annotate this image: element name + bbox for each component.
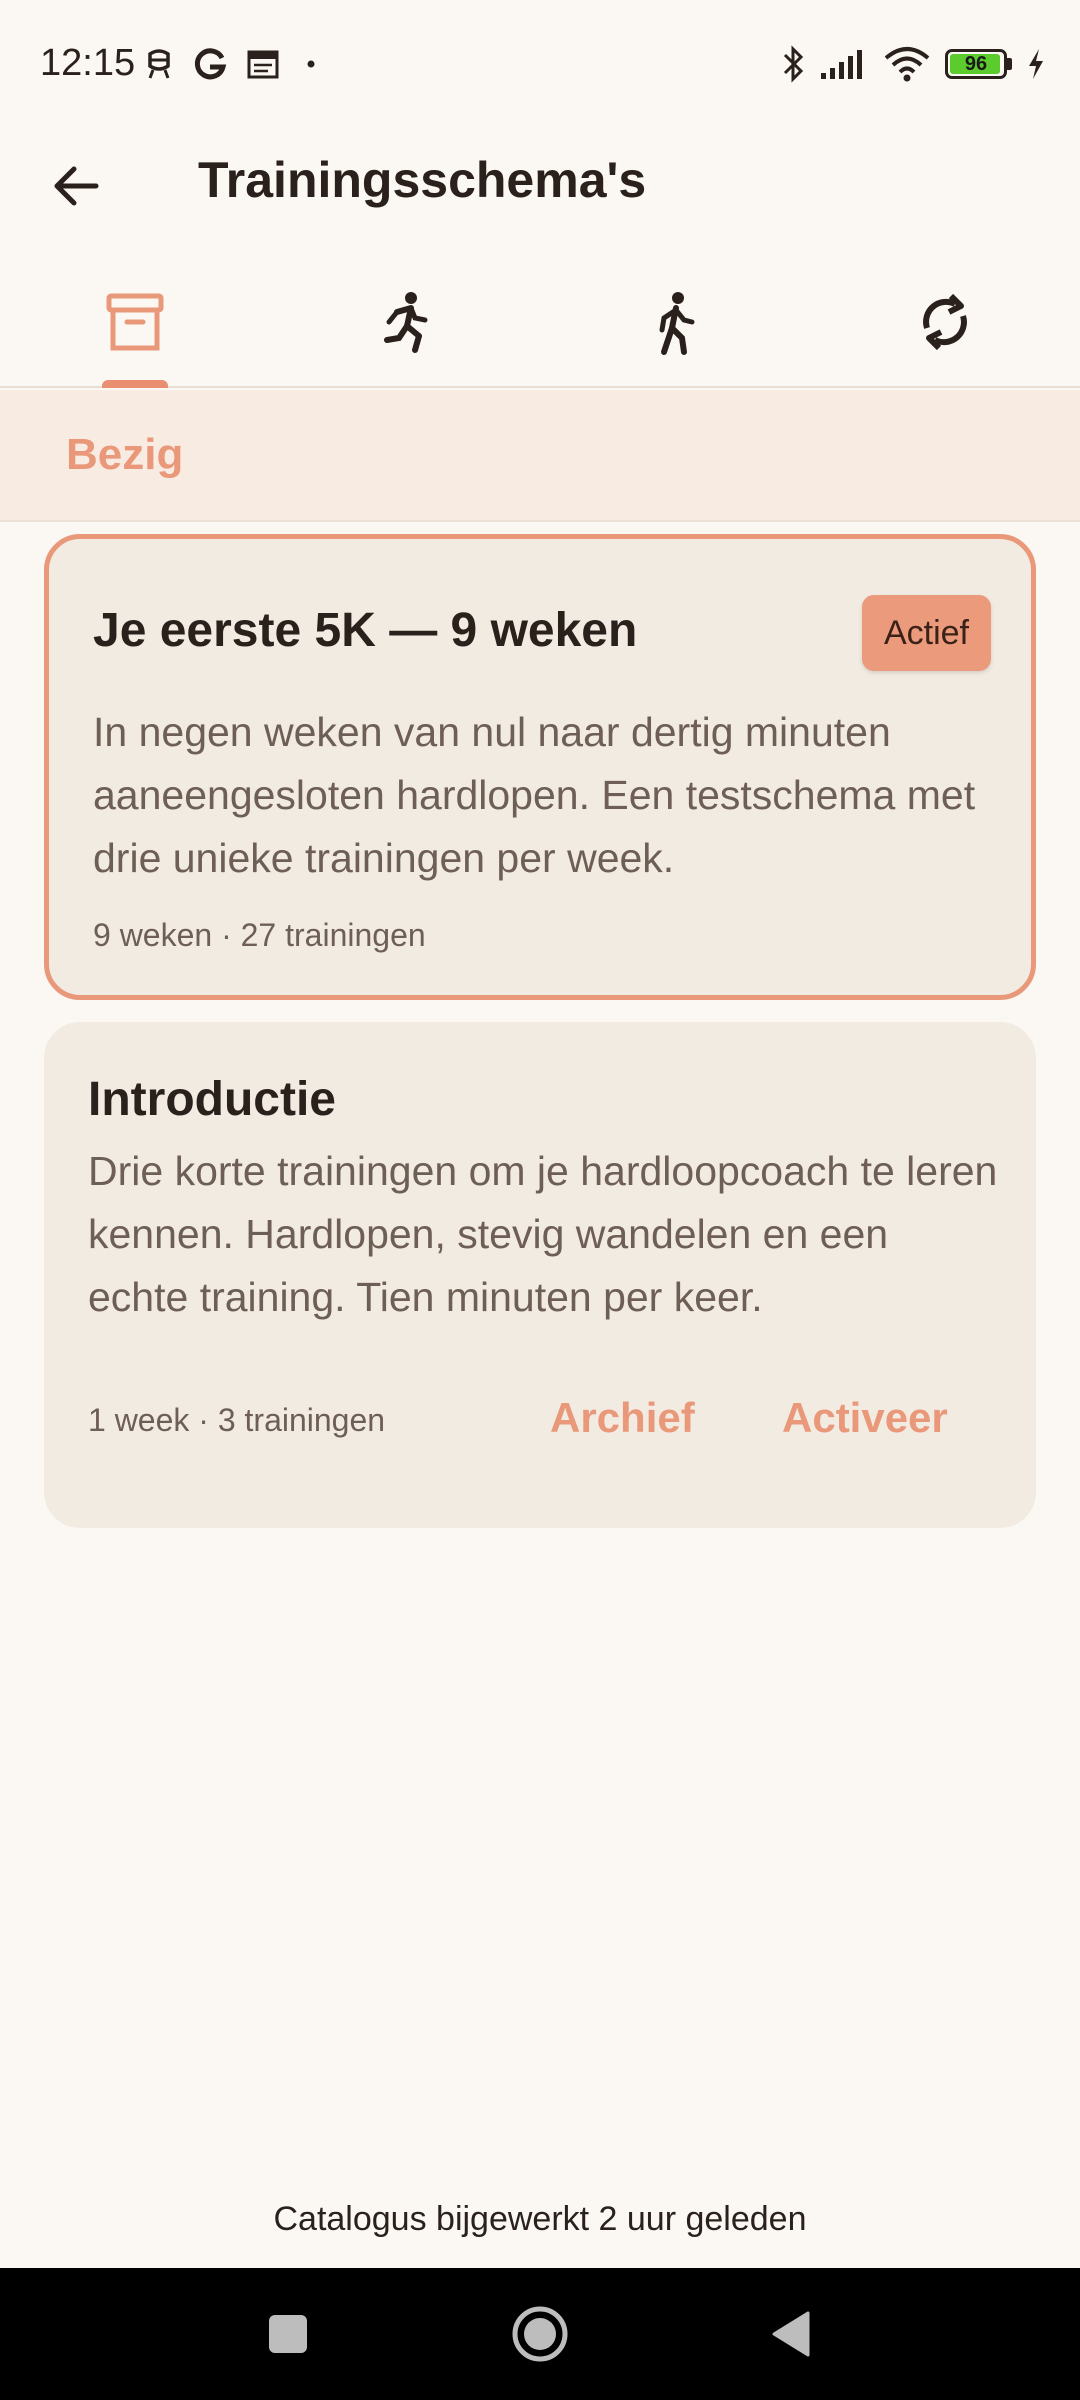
home-button[interactable]	[470, 2268, 610, 2400]
plan-card-intro[interactable]: Introductie Drie korte trainingen om je …	[44, 1022, 1036, 1528]
plan-title: Je eerste 5K — 9 weken	[93, 604, 638, 657]
tab-archive[interactable]	[0, 270, 270, 388]
section-header: Bezig	[0, 390, 1080, 522]
app-bar: Trainingsschema's	[0, 130, 1080, 230]
plan-meta: 9 weken · 27 trainingen	[93, 917, 426, 953]
status-left-icons	[144, 44, 324, 84]
google-icon	[192, 44, 228, 84]
status-bar: 12:15 96	[0, 0, 1080, 130]
recents-button[interactable]	[218, 2268, 358, 2400]
dot-icon	[298, 44, 324, 84]
sync-icon	[923, 293, 967, 351]
battery-nub	[1007, 58, 1012, 70]
triangle-back-icon	[772, 2311, 810, 2357]
running-icon	[384, 292, 428, 353]
back-nav-button[interactable]	[720, 2268, 860, 2400]
notification-icon	[144, 44, 174, 84]
plan-description: In negen weken van nul naar dertig minut…	[93, 709, 976, 881]
screen: 12:15 96 Trainingsschema's Bezig Je eers…	[0, 0, 1080, 2400]
battery-level: 96	[964, 52, 988, 75]
charging-icon	[1026, 44, 1046, 84]
plan-meta: 1 week · 3 trainingen	[88, 1402, 386, 1438]
status-time: 12:15	[40, 42, 136, 84]
tab-walking[interactable]	[540, 270, 810, 386]
system-nav-bar	[0, 2268, 1080, 2400]
back-button[interactable]	[36, 146, 116, 226]
square-icon	[269, 2315, 307, 2353]
tab-selected-indicator	[102, 380, 168, 388]
walking-icon	[659, 292, 695, 355]
plan-description: Drie korte trainingen om je hardloopcoac…	[88, 1148, 998, 1320]
status-badge: Actief	[861, 595, 991, 671]
archive-icon	[106, 293, 164, 351]
arrow-left-icon	[54, 166, 99, 206]
home-circle-icon	[512, 2306, 568, 2362]
status-right-icons: 96	[781, 44, 1046, 84]
calendar-icon	[246, 44, 280, 84]
tab-bar	[0, 270, 1080, 388]
tab-sync[interactable]	[810, 270, 1080, 386]
page-title: Trainingsschema's	[198, 152, 647, 208]
section-title: Bezig	[66, 430, 184, 479]
bluetooth-icon	[781, 44, 805, 84]
battery-indicator: 96	[945, 49, 1007, 79]
wifi-icon	[883, 44, 931, 84]
battery-icon: 96	[945, 44, 1012, 84]
plan-card-active[interactable]: Je eerste 5K — 9 weken Actief In negen w…	[44, 534, 1036, 1000]
tab-running[interactable]	[270, 270, 540, 386]
catalog-status: Catalogus bijgewerkt 2 uur geleden	[273, 2200, 807, 2238]
signal-icon	[819, 44, 869, 84]
plan-title: Introductie	[88, 1073, 336, 1126]
archive-button[interactable]: Archief	[550, 1394, 695, 1442]
activate-button[interactable]: Activeer	[782, 1394, 948, 1442]
